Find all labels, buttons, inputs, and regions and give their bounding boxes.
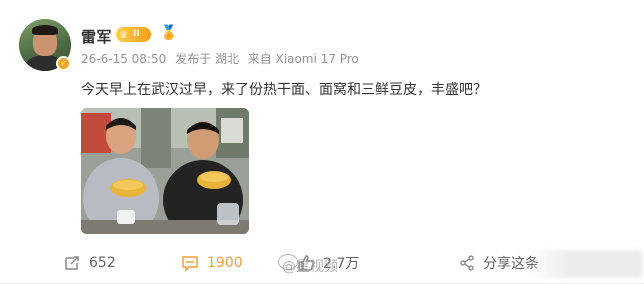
- vip-level: II: [133, 29, 140, 39]
- blurred-overlay: [530, 250, 642, 278]
- post-location: 发布于 湖北: [175, 52, 239, 66]
- medal-icon[interactable]: 🏅: [160, 25, 177, 41]
- post-meta: 26-6-15 08:50 发布于 湖北 来自 Xiaomi 17 Pro: [81, 50, 364, 67]
- share-button[interactable]: 分享这条: [459, 250, 539, 276]
- comment-icon: [182, 256, 198, 272]
- watermark: @星视频: [282, 259, 338, 275]
- verified-badge-icon: ✓: [56, 56, 71, 71]
- repost-button[interactable]: 652: [63, 250, 116, 276]
- share-icon: [460, 255, 474, 271]
- post-source: 来自 Xiaomi 17 Pro: [247, 52, 359, 66]
- post-timestamp[interactable]: 26-6-15 08:50: [81, 52, 166, 66]
- weibo-post-card: ✓ 雷军 ♛ II 🏅 26-6-15 08:50 发布于 湖北 来自 Xiao…: [0, 0, 644, 284]
- post-photo[interactable]: [81, 108, 249, 234]
- crown-icon: ♛: [119, 30, 128, 41]
- user-name[interactable]: 雷军: [81, 26, 112, 47]
- vip-badge[interactable]: ♛ II: [116, 27, 151, 42]
- post-text: 今天早上在武汉过早，来了份热干面、面窝和三鲜豆皮，丰盛吧？: [81, 82, 487, 98]
- repost-count: 652: [89, 255, 116, 271]
- comment-count: 1900: [207, 255, 243, 271]
- repost-icon: [65, 256, 79, 270]
- comment-button[interactable]: 1900: [181, 250, 243, 276]
